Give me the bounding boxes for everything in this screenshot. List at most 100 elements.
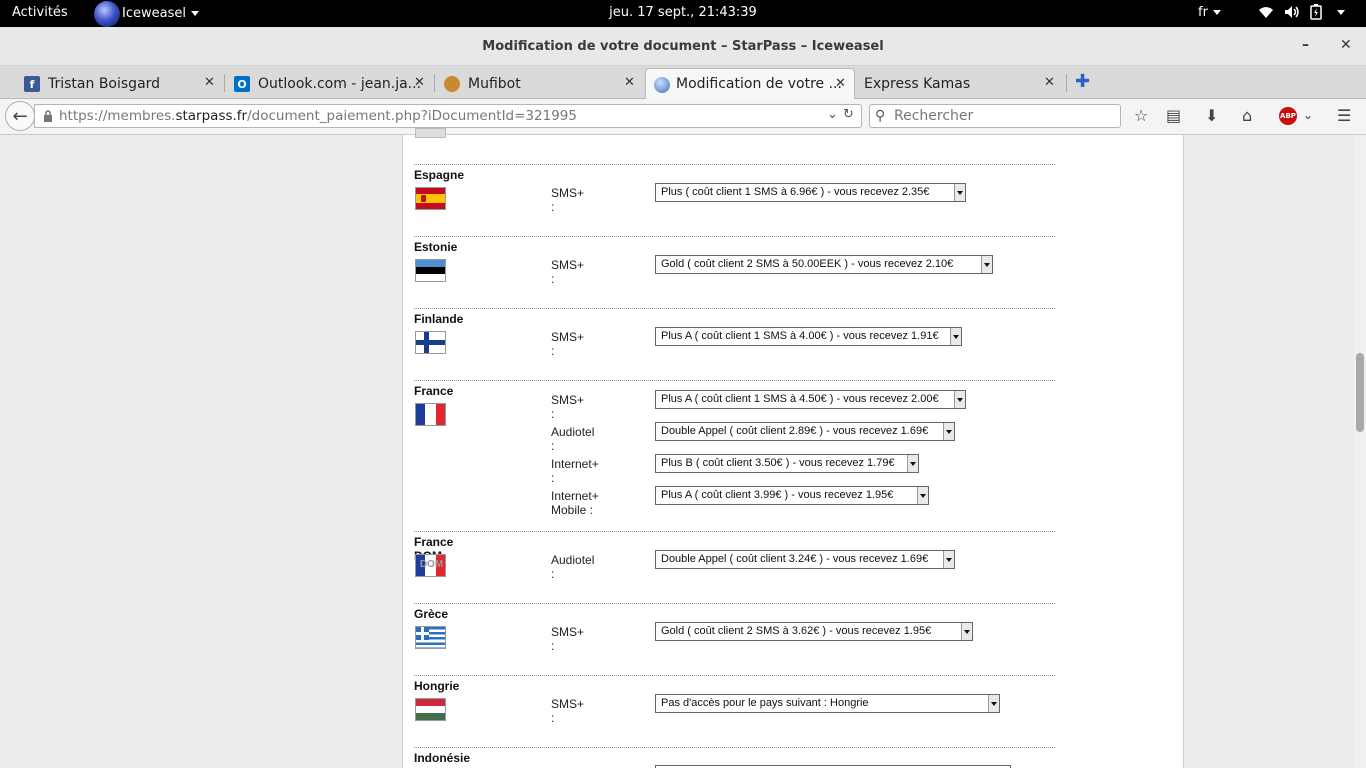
- language-indicator[interactable]: fr: [1198, 5, 1221, 20]
- flag-estonia-icon: [415, 259, 446, 282]
- downloads-icon[interactable]: ⬇: [1205, 106, 1218, 125]
- language-label: fr: [1198, 5, 1208, 20]
- scrollbar-thumb[interactable]: [1356, 353, 1364, 432]
- volume-icon: [1285, 6, 1299, 18]
- select-value: Plus A ( coût client 1 SMS à 4.50€ ) - v…: [661, 393, 939, 405]
- offer-select-france-sms[interactable]: Plus A ( coût client 1 SMS à 4.50€ ) - v…: [655, 390, 966, 409]
- offer-select-grece-sms[interactable]: Gold ( coût client 2 SMS à 3.62€ ) - vou…: [655, 622, 973, 641]
- url-bar[interactable]: https://membres. starpass.fr/document_pai…: [34, 104, 862, 128]
- muffin-icon: [444, 76, 460, 92]
- tab-bar: f Tristan Boisgard ✕ O Outlook.com - jea…: [0, 66, 1366, 99]
- select-value: Plus A ( coût client 3.99€ ) - vous rece…: [661, 489, 894, 501]
- offer-select-france-dom-audiotel[interactable]: Double Appel ( coût client 3.24€ ) - vou…: [655, 550, 955, 569]
- minimize-button[interactable]: –: [1302, 37, 1309, 53]
- url-domain: starpass.fr: [175, 108, 248, 124]
- search-input[interactable]: ⚲ Rechercher: [869, 104, 1121, 128]
- content-panel: [402, 135, 1184, 768]
- iceweasel-globe-icon: [94, 0, 120, 27]
- country-name-grece: Grèce: [414, 607, 449, 621]
- row-separator: [414, 531, 1055, 532]
- tab-express-kamas[interactable]: Express Kamas ✕: [864, 68, 1060, 99]
- tab-label: Outlook.com - jean.ja...: [258, 75, 422, 92]
- offer-select-france-internet-mobile[interactable]: Plus A ( coût client 3.99€ ) - vous rece…: [655, 486, 929, 505]
- chevron-down-icon: [190, 11, 199, 16]
- flag-overlay-text: DOM: [419, 559, 444, 570]
- wifi-icon: [1259, 7, 1273, 18]
- payment-type-label: SMS+ :: [551, 330, 585, 358]
- tab-tristan-boisgard[interactable]: f Tristan Boisgard ✕: [24, 68, 220, 99]
- row-separator: [414, 747, 1055, 748]
- battery-icon: [1310, 4, 1322, 20]
- close-icon[interactable]: ✕: [624, 75, 635, 90]
- dropdown-arrow-icon: [950, 328, 961, 345]
- tab-mufibot[interactable]: Mufibot ✕: [444, 68, 640, 99]
- tab-separator: [224, 74, 225, 92]
- payment-type-label: SMS+ :: [551, 186, 585, 214]
- chevron-down-icon: [1337, 9, 1345, 15]
- page-scrollbar[interactable]: [1354, 135, 1366, 768]
- facebook-icon: f: [24, 76, 40, 92]
- tab-separator: [434, 74, 435, 92]
- close-icon[interactable]: ✕: [835, 76, 846, 91]
- payment-type-label: SMS+ :: [551, 625, 585, 653]
- tab-modification-document[interactable]: Modification de votre ... ✕: [645, 68, 855, 99]
- row-separator: [414, 675, 1055, 676]
- lock-icon: [44, 110, 52, 122]
- tab-label: Tristan Boisgard: [48, 75, 161, 92]
- page-viewport: [0, 135, 1354, 768]
- dropdown-arrow-icon: [988, 695, 999, 712]
- dropdown-arrow-icon: [917, 487, 928, 504]
- reading-list-icon[interactable]: ▤: [1166, 106, 1181, 125]
- offer-select-france-audiotel[interactable]: Double Appel ( coût client 2.89€ ) - vou…: [655, 422, 955, 441]
- globe-icon: [654, 77, 670, 93]
- adblock-plus-icon[interactable]: ABP: [1279, 107, 1297, 125]
- country-flag: [415, 128, 446, 138]
- dropdown-arrow-icon: [954, 184, 965, 201]
- url-history-dropdown-icon[interactable]: ⌄: [827, 107, 838, 122]
- close-window-button[interactable]: ✕: [1340, 37, 1352, 53]
- hamburger-menu-icon[interactable]: ☰: [1337, 106, 1351, 125]
- close-icon[interactable]: ✕: [414, 75, 425, 90]
- offer-select-hongrie-sms[interactable]: Pas d'accès pour le pays suivant : Hongr…: [655, 694, 1000, 713]
- tab-label: Mufibot: [468, 75, 521, 92]
- payment-type-label: SMS+ :: [551, 393, 585, 421]
- offer-select-espagne-sms[interactable]: Plus ( coût client 1 SMS à 6.96€ ) - vou…: [655, 183, 966, 202]
- offer-select-estonie-sms[interactable]: Gold ( coût client 2 SMS à 50.00EEK ) - …: [655, 255, 993, 274]
- bookmark-star-icon[interactable]: ☆: [1134, 106, 1148, 125]
- new-tab-button[interactable]: ✚: [1075, 71, 1090, 92]
- close-icon[interactable]: ✕: [1044, 75, 1055, 90]
- row-separator: [414, 236, 1055, 237]
- payment-type-label: Internet+ :: [551, 457, 599, 485]
- back-button[interactable]: ←: [5, 101, 35, 131]
- search-icon: ⚲: [875, 108, 886, 124]
- system-menu[interactable]: [1258, 4, 1345, 20]
- clock[interactable]: jeu. 17 sept., 21:43:39: [0, 5, 1366, 20]
- navigation-toolbar: https://membres. starpass.fr/document_pai…: [0, 99, 1366, 135]
- flag-france-dom-icon: DOM: [415, 554, 446, 577]
- close-icon[interactable]: ✕: [204, 75, 215, 90]
- dropdown-arrow-icon: [981, 256, 992, 273]
- window-title: Modification de votre document – StarPas…: [482, 39, 884, 54]
- flag-spain-icon: [415, 187, 446, 210]
- app-menu[interactable]: Iceweasel: [94, 0, 199, 27]
- offer-select-finlande-sms[interactable]: Plus A ( coût client 1 SMS à 4.00€ ) - v…: [655, 327, 962, 346]
- offer-select-france-internet[interactable]: Plus B ( coût client 3.50€ ) - vous rece…: [655, 454, 919, 473]
- payment-type-label: Audiotel :: [551, 553, 595, 581]
- home-icon[interactable]: ⌂: [1242, 106, 1252, 125]
- payment-type-label: SMS+ :: [551, 697, 585, 725]
- select-value: Double Appel ( coût client 2.89€ ) - vou…: [661, 425, 929, 437]
- chevron-down-icon[interactable]: ⌄: [1303, 108, 1313, 122]
- reload-icon[interactable]: ↻: [843, 107, 854, 122]
- select-value: Pas d'accès pour le pays suivant : Hongr…: [661, 697, 869, 709]
- activities-button[interactable]: Activités: [12, 5, 68, 20]
- flag-greece-icon: [415, 626, 446, 649]
- country-name-estonie: Estonie: [414, 240, 458, 254]
- window-title-bar: Modification de votre document – StarPas…: [0, 27, 1366, 66]
- select-value: Gold ( coût client 2 SMS à 50.00EEK ) - …: [661, 258, 954, 270]
- select-value: Gold ( coût client 2 SMS à 3.62€ ) - vou…: [661, 625, 932, 637]
- dropdown-arrow-icon: [907, 455, 918, 472]
- flag-hungary-icon: [415, 698, 446, 721]
- url-prefix: https://membres.: [59, 108, 176, 124]
- row-separator: [414, 164, 1055, 165]
- tab-outlook[interactable]: O Outlook.com - jean.ja... ✕: [234, 68, 430, 99]
